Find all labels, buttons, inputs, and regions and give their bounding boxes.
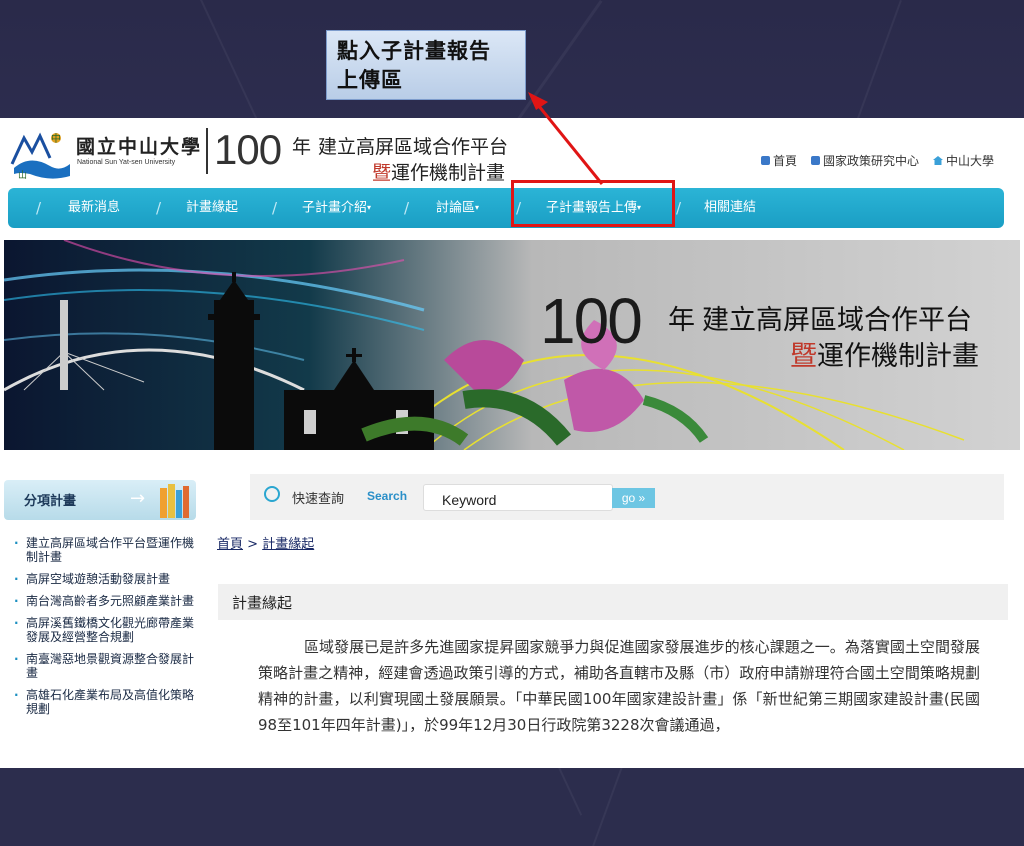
callout-arrow bbox=[528, 92, 604, 185]
